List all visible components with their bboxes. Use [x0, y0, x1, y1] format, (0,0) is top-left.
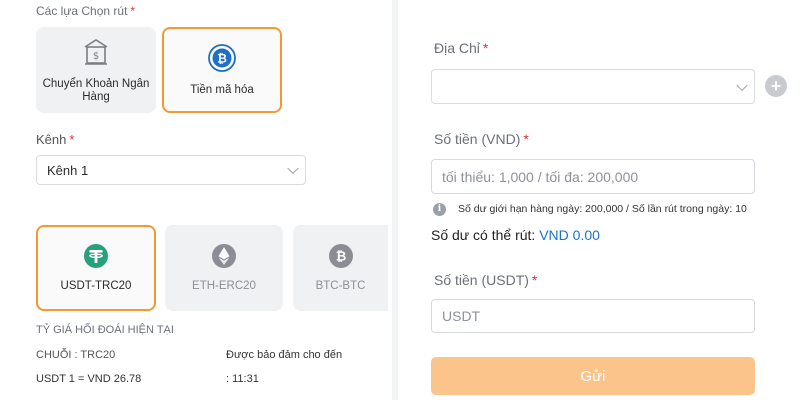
option-bank-transfer[interactable]: $ Chuyển Khoản Ngân Hàng — [36, 27, 156, 113]
withdrawable-label: Số dư có thể rút: — [431, 227, 536, 243]
left-panel: Các lựa Chọn rút * $ Chuyển Khoản Ngân Hà… — [0, 0, 392, 400]
option-crypto[interactable]: ₿ Tiền mã hóa — [162, 27, 282, 113]
exchange-rate: USDT 1 = VND 26.78 — [36, 373, 142, 385]
btc-btc-label: BTC-BTC — [315, 280, 366, 292]
ethereum-icon — [211, 243, 237, 274]
bitcoin-icon: ₿ — [207, 43, 237, 78]
svg-text:₿: ₿ — [217, 52, 227, 66]
submit-button[interactable]: Gửi — [431, 357, 755, 395]
tether-icon — [83, 243, 109, 274]
guarantee-label: Được bảo đảm cho đến — [226, 349, 343, 361]
withdraw-options-label: Các lựa Chọn rút * — [36, 4, 136, 18]
usdt-trc20-label: USDT-TRC20 — [60, 280, 132, 292]
bitcoin-icon: ₿ — [328, 243, 354, 274]
bank-transfer-icon: $ — [82, 37, 110, 72]
crypto-label: Tiền mã hóa — [190, 84, 254, 96]
info-icon: i — [433, 203, 446, 216]
exchange-heading: TỶ GIÁ HỐI ĐOÁI HIỆN TẠI — [36, 324, 174, 336]
withdrawable-balance: Số dư có thể rút: VND 0.00 — [431, 227, 600, 243]
svg-text:₿: ₿ — [335, 250, 346, 265]
exchange-chain: CHUỖI : TRC20 — [36, 349, 116, 361]
amount-vnd-input[interactable] — [431, 159, 755, 194]
right-panel — [398, 0, 800, 400]
eth-erc20-label: ETH-ERC20 — [192, 280, 256, 292]
chevron-down-icon — [736, 79, 748, 91]
daily-limit-info: Số dư giới hạn hàng ngày: 200,000 / Số l… — [458, 203, 747, 215]
coin-btc-btc[interactable]: ₿ BTC-BTC — [293, 225, 388, 311]
svg-text:$: $ — [93, 51, 99, 62]
channel-value: Kênh 1 — [47, 162, 89, 178]
amount-usdt-input[interactable] — [431, 299, 755, 333]
amount-usdt-label: Số tiền (USDT) * — [434, 272, 538, 288]
address-select[interactable] — [431, 69, 755, 104]
address-label: Địa Chỉ * — [434, 40, 489, 56]
coin-eth-erc20[interactable]: ETH-ERC20 — [165, 225, 283, 311]
channel-label: Kênh * — [36, 132, 75, 147]
add-address-icon[interactable]: + — [765, 75, 787, 97]
chevron-down-icon — [287, 162, 299, 175]
channel-select[interactable]: Kênh 1 — [36, 155, 306, 185]
amount-vnd-label: Số tiền (VND) * — [434, 131, 529, 147]
bank-transfer-label: Chuyển Khoản Ngân Hàng — [42, 77, 150, 103]
coin-usdt-trc20[interactable]: USDT-TRC20 — [36, 225, 156, 311]
guarantee-time: : 11:31 — [226, 373, 259, 385]
withdrawable-value: VND 0.00 — [539, 227, 600, 243]
